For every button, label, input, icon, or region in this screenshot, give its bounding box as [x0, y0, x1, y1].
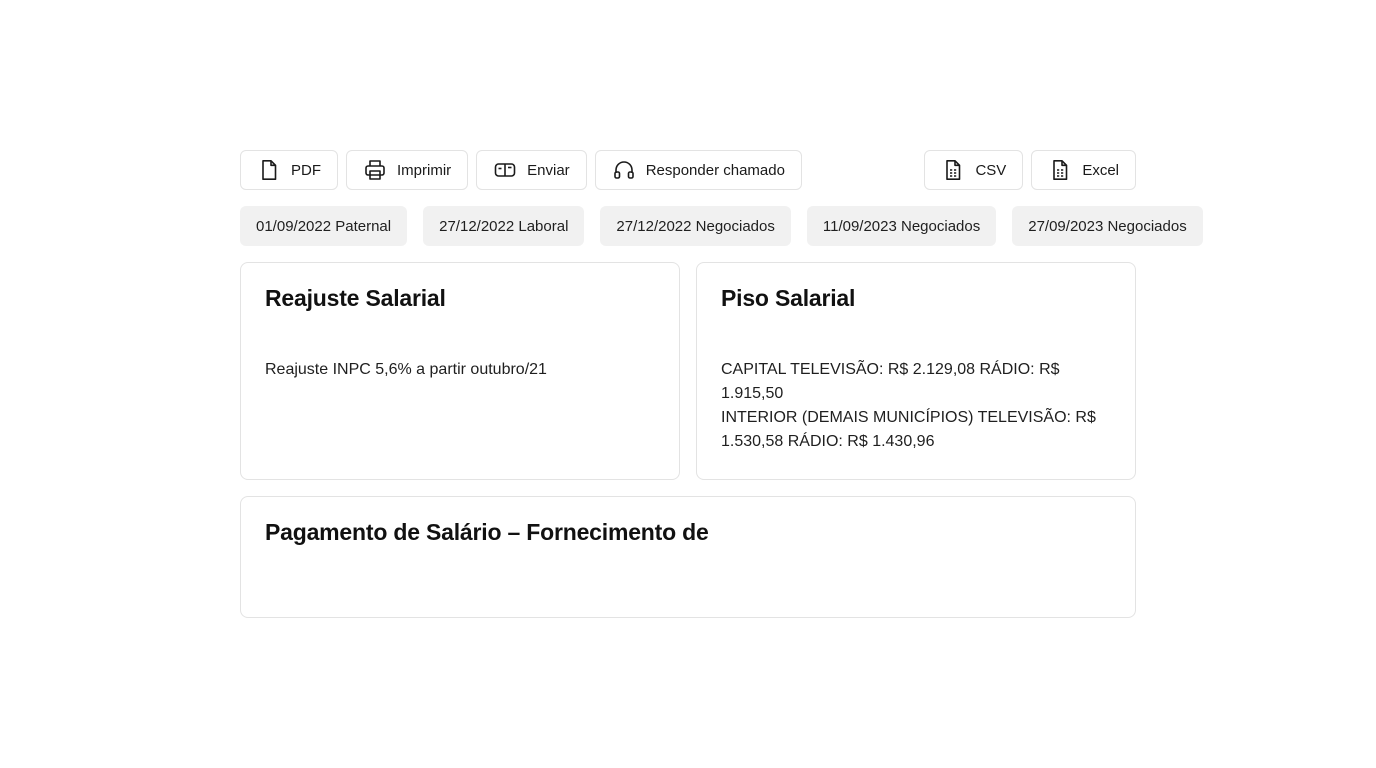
salary-floor-capital-line: CAPITAL TELEVISÃO: R$ 2.129,08 RÁDIO: R$…	[721, 361, 1060, 402]
page: PDF Imprimir Enviar Responder chamado CS…	[0, 0, 1376, 768]
salary-floor-text: CAPITAL TELEVISÃO: R$ 2.129,08 RÁDIO: R$…	[721, 358, 1111, 454]
salary-adjustment-text: Reajuste INPC 5,6% a partir outubro/21	[265, 361, 547, 378]
csv-button[interactable]: CSV	[924, 150, 1024, 190]
printer-icon	[363, 158, 387, 182]
date-chip[interactable]: 27/09/2023 Negociados	[1012, 206, 1203, 246]
date-chips: 01/09/2022 Paternal 27/12/2022 Laboral 2…	[240, 206, 1203, 246]
file-icon	[257, 158, 281, 182]
spreadsheet-icon	[1048, 158, 1072, 182]
csv-button-label: CSV	[975, 161, 1007, 179]
excel-button[interactable]: Excel	[1031, 150, 1136, 190]
salary-adjustment-card: Reajuste Salarial Reajuste INPC 5,6% a p…	[240, 262, 680, 480]
date-chip[interactable]: 11/09/2023 Negociados	[806, 206, 997, 246]
salary-adjustment-title: Reajuste Salarial	[265, 285, 446, 311]
pdf-button-label: PDF	[291, 161, 321, 179]
reply-ticket-button[interactable]: Responder chamado	[594, 150, 802, 190]
pdf-button[interactable]: PDF	[240, 150, 338, 190]
salary-payment-title: Pagamento de Salário – Fornecimento de	[265, 519, 709, 545]
salary-payment-card: Pagamento de Salário – Fornecimento de	[240, 496, 1136, 618]
salary-floor-title: Piso Salarial	[721, 285, 856, 311]
date-chip[interactable]: 27/12/2022 Negociados	[600, 206, 791, 246]
salary-floor-card: Piso Salarial CAPITAL TELEVISÃO: R$ 2.12…	[696, 262, 1136, 480]
spreadsheet-icon	[941, 158, 965, 182]
date-chip[interactable]: 27/12/2022 Laboral	[423, 206, 585, 246]
print-button[interactable]: Imprimir	[346, 150, 469, 190]
toolbar: PDF Imprimir Enviar Responder chamado CS…	[240, 150, 1136, 190]
headphones-icon	[612, 158, 636, 182]
mailbox-icon	[493, 158, 517, 182]
send-button-label: Enviar	[527, 161, 570, 179]
reply-ticket-button-label: Responder chamado	[645, 161, 785, 179]
excel-button-label: Excel	[1082, 161, 1119, 179]
salary-floor-interior-line: INTERIOR (DEMAIS MUNICÍPIOS) TELEVISÃO: …	[721, 409, 1096, 450]
send-button[interactable]: Enviar	[476, 150, 587, 190]
print-button-label: Imprimir	[397, 161, 452, 179]
date-chip[interactable]: 01/09/2022 Paternal	[240, 206, 408, 246]
